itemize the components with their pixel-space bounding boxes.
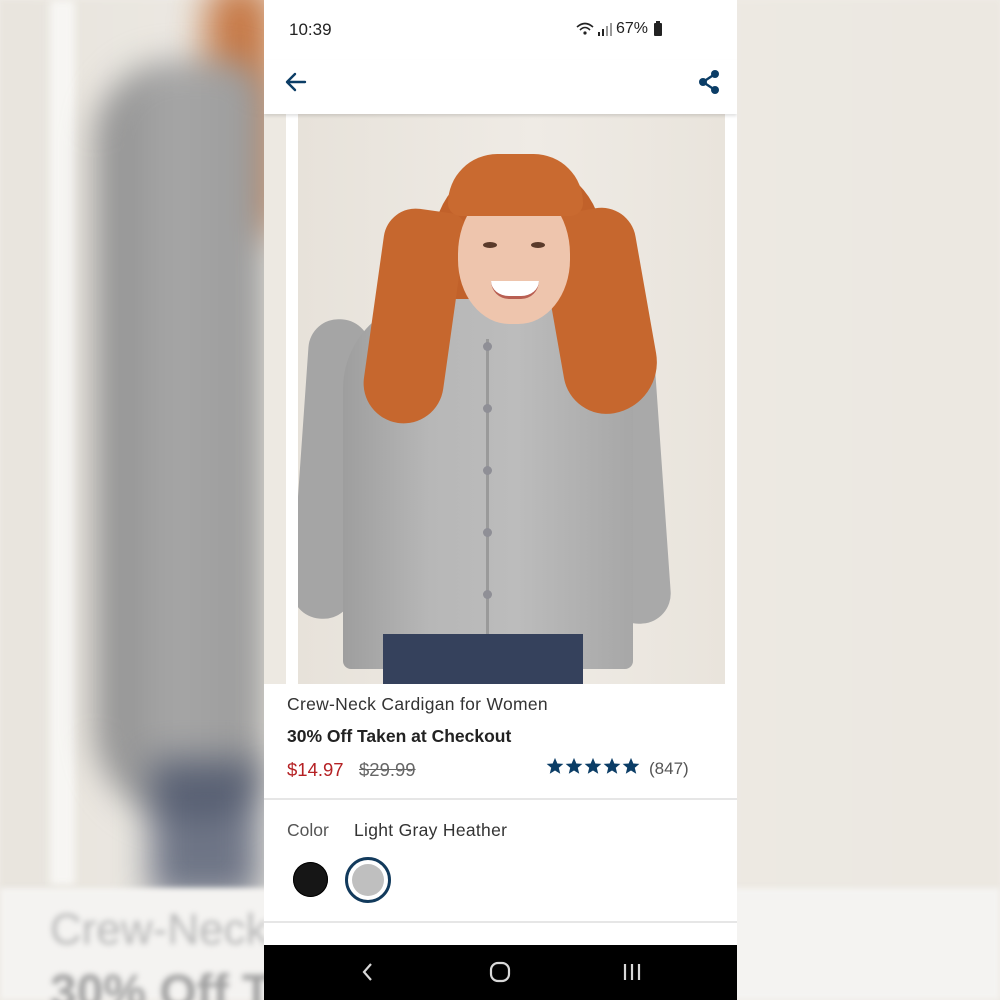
app-bar [264, 60, 737, 114]
star-icon [546, 757, 564, 774]
product-photo[interactable] [298, 114, 725, 684]
background-promo-text: 30% Off Ta [50, 966, 295, 1000]
background-pants [150, 760, 260, 900]
previous-image-peek[interactable] [264, 114, 286, 684]
swatch-fill [352, 864, 384, 896]
signal-icon [597, 22, 612, 36]
wifi-icon [576, 22, 594, 35]
background-arm [95, 60, 265, 820]
nav-recents-icon [623, 964, 641, 980]
share-icon [699, 70, 719, 94]
divider [264, 798, 737, 800]
color-label: Color [287, 820, 329, 840]
star-icon [603, 757, 621, 774]
arrow-left-icon [285, 72, 307, 92]
star-icon [622, 757, 640, 774]
rating-stars[interactable] [546, 757, 640, 775]
status-icons: 67% [576, 20, 662, 38]
color-swatch-black[interactable] [293, 862, 328, 897]
nav-home-button[interactable] [480, 955, 520, 989]
model-hair-top [448, 154, 583, 216]
divider [264, 921, 737, 923]
cardigan-button [483, 342, 492, 351]
status-time: 10:39 [289, 20, 332, 39]
model-eye [531, 242, 545, 248]
original-price: $29.99 [359, 759, 416, 780]
cardigan-button [483, 528, 492, 537]
nav-back-button[interactable] [348, 955, 388, 989]
nav-recents-button[interactable] [612, 955, 652, 989]
product-image-carousel[interactable] [264, 114, 737, 684]
star-icon [565, 757, 583, 774]
background-title-text: Crew-Neck [50, 905, 268, 954]
cardigan-placket [486, 339, 489, 669]
status-bar: 10:39 67% [264, 0, 737, 60]
battery-percent: 67% [615, 20, 648, 37]
model-eye [483, 242, 497, 248]
cardigan-button [483, 404, 492, 413]
product-title: Crew-Neck Cardigan for Women [287, 694, 548, 714]
share-button[interactable] [691, 64, 727, 100]
background-strip [50, 0, 75, 885]
battery-icon [654, 20, 662, 36]
review-count-link[interactable]: (847) [649, 759, 689, 779]
phone-screen: 10:39 67% Crew-Neck Cardigan for Women 3… [264, 0, 737, 1000]
cardigan-button [483, 466, 492, 475]
model-jeans [383, 634, 583, 684]
nav-back-icon [362, 963, 372, 981]
nav-home-icon [489, 961, 511, 983]
sale-price: $14.97 [287, 759, 344, 780]
promo-text: 30% Off Taken at Checkout [287, 726, 512, 746]
cardigan-button [483, 590, 492, 599]
back-button[interactable] [278, 64, 314, 100]
color-swatch-light-gray-heather[interactable] [345, 857, 391, 903]
selected-color-name: Light Gray Heather [354, 820, 508, 840]
system-nav-bar [264, 945, 737, 1000]
star-icon [584, 757, 602, 774]
